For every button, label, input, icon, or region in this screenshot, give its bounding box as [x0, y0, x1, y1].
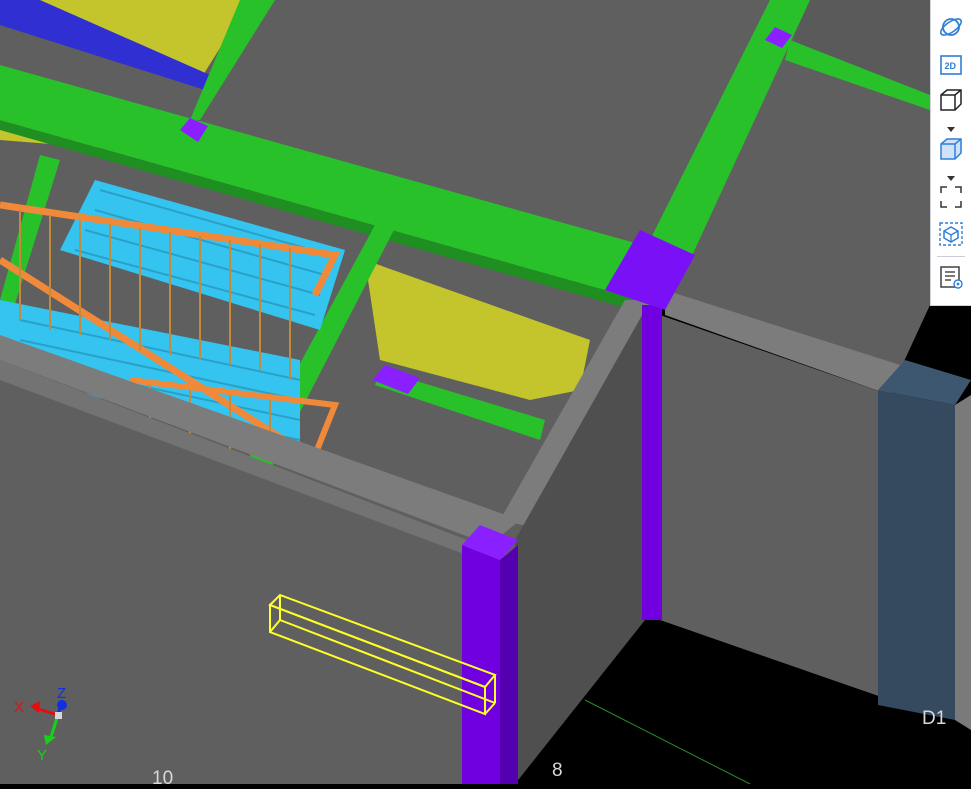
shaded-cube-icon	[938, 136, 964, 162]
grid-label-right: D1	[922, 708, 946, 729]
wireframe-cube-icon	[938, 87, 964, 113]
svg-text:2D: 2D	[945, 61, 957, 71]
column-mid	[642, 305, 662, 620]
wireframe-view-dropdown[interactable]	[946, 120, 956, 132]
section-box-icon	[938, 221, 964, 247]
blue-wall-face	[878, 390, 955, 720]
2d-view-icon: 2D	[938, 52, 964, 78]
section-box-button[interactable]	[935, 219, 967, 249]
view-toolbar: 2D	[930, 0, 971, 306]
wireframe-view-button[interactable]	[935, 85, 967, 115]
axis-x-label: X	[14, 699, 24, 716]
shaded-view-dropdown[interactable]	[946, 169, 956, 181]
3d-model-viewport[interactable]: 10 8 D1 X Z Y	[0, 0, 971, 789]
shaded-view-button[interactable]	[935, 134, 967, 164]
2d-view-button[interactable]: 2D	[935, 50, 967, 80]
fit-window-icon	[938, 184, 964, 210]
properties-button[interactable]	[935, 262, 967, 292]
grid-label-left: 10	[152, 768, 173, 784]
fit-window-button[interactable]	[935, 182, 967, 212]
grid-label-center: 8	[552, 760, 563, 781]
gray-wall-edge	[955, 395, 971, 730]
toolbar-separator	[937, 256, 965, 257]
orbit-icon	[938, 14, 964, 40]
orbit-button[interactable]	[935, 12, 967, 42]
properties-list-icon	[938, 264, 964, 290]
axis-z-label: Z	[57, 685, 66, 702]
column-front-side	[500, 545, 518, 784]
axis-y-label: Y	[37, 747, 47, 764]
